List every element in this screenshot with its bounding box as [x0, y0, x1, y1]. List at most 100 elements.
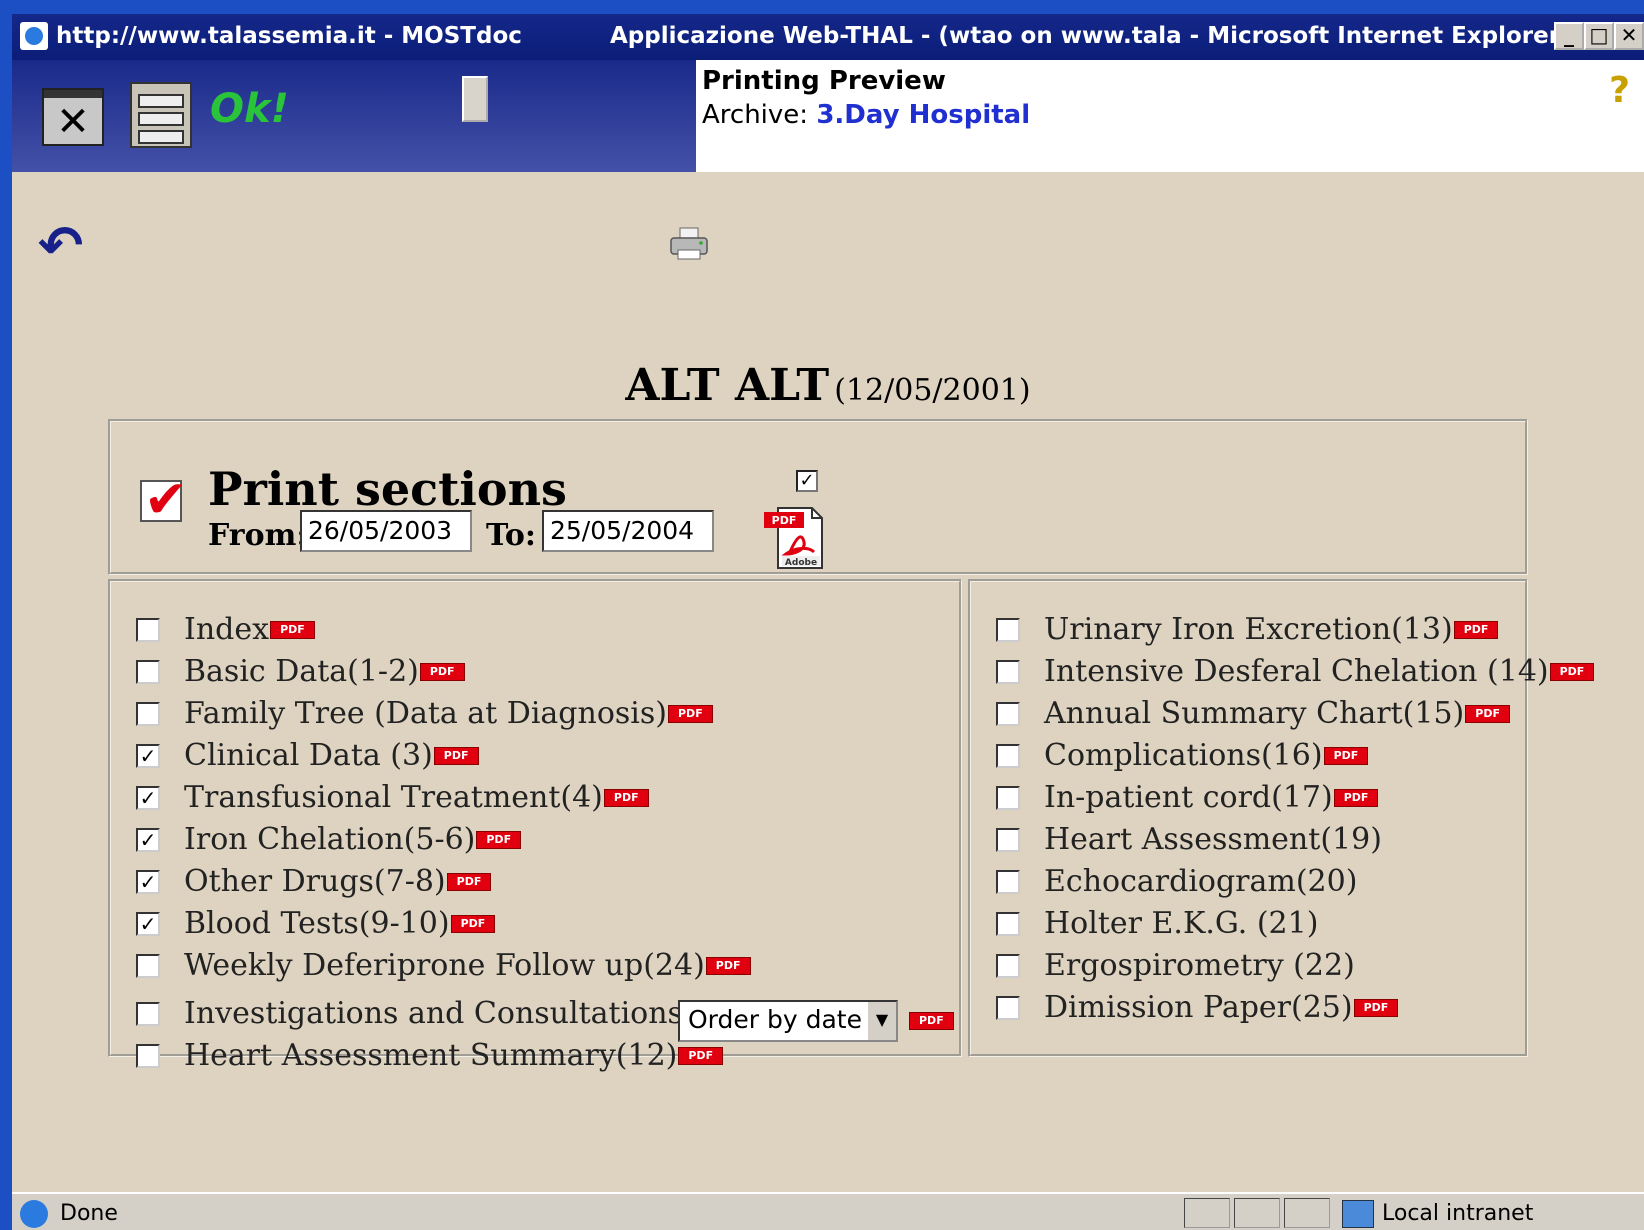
section-label: Heart Assessment Summary(12) — [184, 1038, 678, 1073]
help-icon[interactable]: ? — [1609, 70, 1630, 111]
pdf-icon[interactable]: PDF — [678, 1047, 724, 1065]
section-checkbox[interactable]: ✓ — [136, 870, 160, 894]
to-date-input[interactable]: 25/05/2004 — [542, 510, 714, 552]
section-checkbox[interactable] — [996, 954, 1020, 978]
pdf-all-checkbox[interactable]: ✓ — [796, 470, 818, 492]
status-pane — [1234, 1198, 1280, 1228]
section-checkbox[interactable] — [136, 618, 160, 642]
section-label: Urinary Iron Excretion(13) — [1044, 612, 1453, 647]
section-checkbox[interactable] — [996, 828, 1020, 852]
printer-icon[interactable] — [668, 226, 710, 262]
close-app-button[interactable]: ✕ — [42, 88, 104, 146]
section-checkbox[interactable]: ✓ — [136, 912, 160, 936]
minimize-button[interactable]: _ — [1554, 22, 1584, 50]
adobe-pdf-icon[interactable]: PDF Adobe — [764, 504, 830, 570]
archive-info: Archive: 3.Day Hospital — [702, 100, 1030, 130]
window-url-title: http://www.talassemia.it - MOSTdoc — [56, 23, 522, 49]
intranet-zone-icon — [1342, 1200, 1374, 1228]
pdf-icon[interactable]: PDF — [1549, 663, 1595, 681]
to-label: To: — [486, 518, 536, 553]
pdf-icon[interactable]: PDF — [1465, 705, 1510, 723]
section-label: Family Tree (Data at Diagnosis) — [184, 696, 667, 731]
section-checkbox[interactable] — [136, 1002, 160, 1026]
patient-name: ALT ALT — [625, 360, 830, 411]
close-window-button[interactable]: ✕ — [1614, 22, 1644, 50]
cabinet-drawer — [138, 130, 184, 144]
section-checkbox[interactable] — [996, 702, 1020, 726]
section-checkbox[interactable]: ✓ — [136, 744, 160, 768]
section-label: Ergospirometry (22) — [1044, 948, 1355, 983]
section-checkbox[interactable] — [996, 996, 1020, 1020]
cabinet-drawer — [138, 94, 184, 108]
adobe-icon-pdf-text: PDF — [772, 514, 797, 527]
section-label: Iron Chelation(5-6) — [184, 822, 476, 857]
section-label: Complications(16) — [1044, 738, 1323, 773]
pdf-icon[interactable]: PDF — [1353, 999, 1399, 1017]
archive-cabinet-button[interactable] — [130, 82, 192, 148]
section-label: Transfusional Treatment(4) — [184, 780, 603, 815]
section-checkbox[interactable] — [996, 618, 1020, 642]
status-pane — [1184, 1198, 1230, 1228]
section-label: Dimission Paper(25) — [1044, 990, 1353, 1025]
print-sections-title: Print sections — [208, 462, 567, 516]
section-checkbox[interactable] — [996, 912, 1020, 936]
maximize-button[interactable]: □ — [1584, 22, 1614, 50]
section-label: Holter E.K.G. (21) — [1044, 906, 1319, 941]
checkmark-icon: ✔ — [144, 470, 188, 530]
section-label: Weekly Deferiprone Follow up(24) — [184, 948, 705, 983]
section-checkbox[interactable]: ✓ — [136, 828, 160, 852]
ok-button[interactable]: Ok! — [210, 86, 289, 132]
section-checkbox[interactable] — [996, 660, 1020, 684]
section-label: Clinical Data (3) — [184, 738, 433, 773]
chevron-down-icon[interactable]: ▼ — [866, 1002, 896, 1040]
section-label: Annual Summary Chart(15) — [1044, 696, 1465, 731]
from-label: From: — [208, 518, 308, 553]
order-by-select[interactable]: Order by date ▼ — [678, 1000, 898, 1042]
pdf-icon[interactable]: PDF — [603, 789, 649, 807]
pdf-icon[interactable]: PDF — [1323, 747, 1369, 765]
section-label: Other Drugs(7-8) — [184, 864, 446, 899]
app-toolbar: ✕ Ok! Printing Preview Archive: 3.Day Ho… — [12, 60, 1644, 172]
pdf-icon[interactable]: PDF — [419, 663, 465, 681]
pdf-icon[interactable]: PDF — [450, 915, 496, 933]
section-checkbox[interactable]: ✓ — [136, 786, 160, 810]
cabinet-drawer — [138, 112, 184, 126]
section-checkbox[interactable] — [996, 786, 1020, 810]
pdf-icon[interactable]: PDF — [705, 957, 751, 975]
pdf-icon[interactable]: PDF — [909, 1012, 954, 1030]
section-checkbox[interactable] — [996, 744, 1020, 768]
section-checkbox[interactable] — [136, 1044, 160, 1068]
sections-right-panel — [968, 579, 1528, 1057]
print-sections-checkbox[interactable]: ✔ — [140, 470, 188, 530]
pdf-icon[interactable]: PDF — [1453, 621, 1499, 639]
pdf-icon[interactable]: PDF — [433, 747, 479, 765]
pdf-icon[interactable]: PDF — [668, 705, 713, 723]
section-label: Basic Data(1-2) — [184, 654, 419, 689]
from-date-input[interactable]: 26/05/2003 — [300, 510, 472, 552]
pdf-icon[interactable]: PDF — [446, 873, 492, 891]
section-label: Heart Assessment(19) — [1044, 822, 1382, 857]
pdf-icon[interactable]: PDF — [1333, 789, 1379, 807]
browser-window: http://www.talassemia.it - MOSTdoc Appli… — [12, 14, 1644, 1230]
title-bar: http://www.talassemia.it - MOSTdoc Appli… — [12, 14, 1644, 60]
section-label: Index — [184, 612, 270, 647]
section-checkbox[interactable] — [996, 870, 1020, 894]
page-title: Printing Preview — [702, 66, 946, 96]
back-arrow-icon[interactable]: ↶ — [38, 214, 83, 277]
pdf-icon[interactable]: PDF — [476, 831, 522, 849]
pdf-icon[interactable]: PDF — [270, 621, 315, 639]
close-icon: ✕ — [56, 99, 90, 145]
order-by-value: Order by date — [688, 1005, 862, 1034]
patient-birth-date: (12/05/2001) — [834, 373, 1031, 408]
archive-value: 3.Day Hospital — [816, 100, 1031, 130]
section-checkbox[interactable] — [136, 954, 160, 978]
section-label: Investigations and Consultations(11) — [184, 996, 745, 1031]
window-app-title: Applicazione Web-THAL - (wtao on www.tal… — [610, 23, 1561, 49]
section-checkbox[interactable] — [136, 660, 160, 684]
security-zone-text: Local intranet — [1382, 1201, 1534, 1226]
section-label: Intensive Desferal Chelation (14) — [1044, 654, 1549, 689]
section-checkbox[interactable] — [136, 702, 160, 726]
toolbar-slider-handle[interactable] — [462, 76, 488, 122]
svg-text:Adobe: Adobe — [785, 558, 817, 568]
section-label: Blood Tests(9-10) — [184, 906, 450, 941]
